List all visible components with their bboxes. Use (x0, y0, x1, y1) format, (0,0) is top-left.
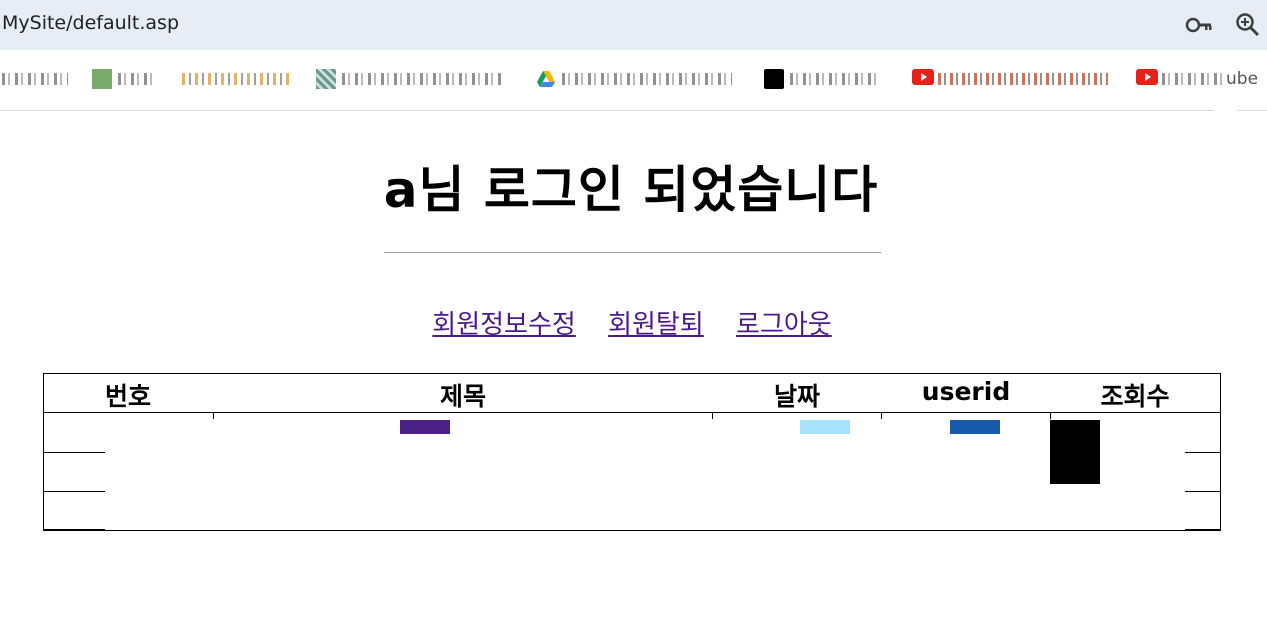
column-divider (881, 412, 882, 419)
column-header-date: 날짜 (773, 382, 820, 411)
userid-cell-redacted (950, 420, 1000, 434)
bookmark-item[interactable] (182, 68, 292, 90)
column-header-userid: userid (921, 377, 1011, 406)
table-row (1185, 491, 1221, 492)
bookmarks-bar: ube (0, 50, 1267, 111)
divider (384, 252, 881, 253)
board-table: 번호 제목 날짜 userid 조회수 (43, 373, 1221, 531)
bookmark-item[interactable] (316, 68, 516, 90)
account-links: 회원정보수정 회원탈퇴 로그아웃 (0, 304, 1264, 341)
scrollbar-notch (1214, 104, 1236, 114)
table-row (1185, 452, 1221, 453)
address-bar[interactable]: MySite/default.asp (0, 0, 1267, 50)
bookmark-item[interactable] (2, 68, 72, 90)
table-row (43, 491, 105, 492)
column-divider (213, 412, 214, 419)
bookmark-item[interactable] (536, 68, 746, 90)
bookmark-favicon (764, 69, 784, 89)
bookmark-label: ube (1226, 69, 1259, 89)
column-header-number: 번호 (104, 382, 151, 411)
bookmark-item[interactable] (912, 68, 1112, 90)
withdraw-link[interactable]: 회원탈퇴 (608, 310, 704, 340)
bookmark-item[interactable] (764, 68, 889, 90)
page-title: a님 로그인 되었습니다 (383, 161, 879, 219)
table-row (1185, 529, 1221, 530)
key-icon[interactable] (1185, 12, 1212, 38)
bookmark-item[interactable]: ube (1136, 68, 1267, 90)
zoom-icon[interactable] (1235, 12, 1261, 38)
bookmark-favicon (92, 69, 112, 89)
youtube-icon (1136, 69, 1158, 89)
google-drive-icon (536, 69, 556, 89)
table-row (43, 452, 105, 453)
table-frame (43, 373, 1221, 531)
bookmark-favicon (316, 69, 336, 89)
logout-link[interactable]: 로그아웃 (736, 310, 832, 340)
url-text[interactable]: MySite/default.asp (2, 12, 179, 34)
column-divider (712, 412, 713, 419)
column-divider (1050, 412, 1051, 419)
views-cell-redacted (1050, 420, 1100, 484)
header-separator (43, 412, 1221, 413)
column-header-views: 조회수 (1100, 382, 1170, 411)
table-row (43, 529, 105, 530)
youtube-icon (912, 69, 934, 89)
date-cell-redacted (800, 420, 850, 434)
column-header-title: 제목 (439, 382, 486, 411)
title-cell-redacted (400, 420, 450, 434)
bookmark-item[interactable] (92, 68, 162, 90)
edit-profile-link[interactable]: 회원정보수정 (432, 310, 576, 340)
